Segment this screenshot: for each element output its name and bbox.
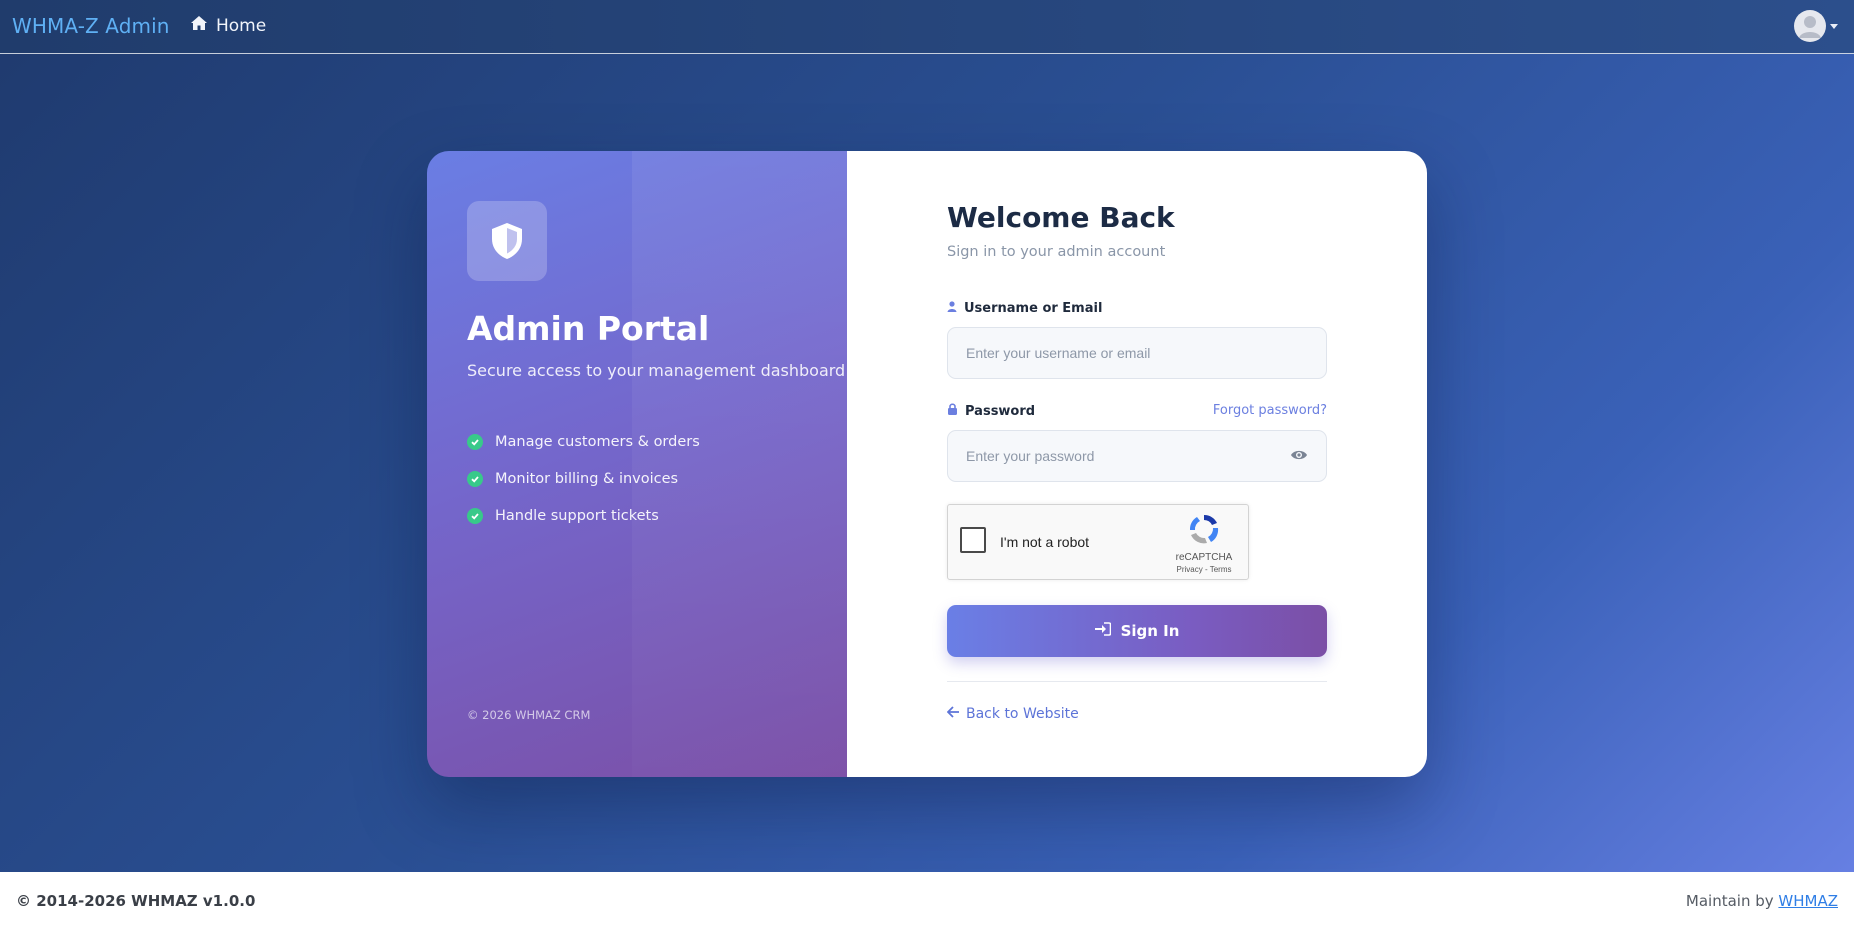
home-icon (190, 15, 208, 36)
feature-item: Manage customers & orders (467, 423, 700, 460)
login-form-panel: Welcome Back Sign in to your admin accou… (847, 151, 1427, 777)
login-card: Admin Portal Secure access to your manag… (427, 151, 1427, 777)
recaptcha-logo: reCAPTCHA Privacy - Terms (1172, 513, 1236, 574)
eye-icon[interactable] (1290, 448, 1308, 467)
password-label: Password (947, 403, 1035, 419)
nav-home-link[interactable]: Home (190, 15, 266, 36)
user-menu-toggle[interactable] (1794, 10, 1838, 42)
check-circle-icon (467, 507, 483, 524)
portal-subtitle: Secure access to your management dashboa… (467, 361, 846, 380)
user-icon (947, 301, 957, 316)
feature-label: Monitor billing & invoices (495, 470, 679, 487)
sign-in-icon (1094, 622, 1111, 640)
page-footer: © 2014-2026 WHMAZ v1.0.0 Maintain by WHM… (0, 872, 1854, 926)
chevron-down-icon (1830, 23, 1838, 29)
footer-maintainer: Maintain by WHMAZ (1686, 892, 1838, 910)
branding-panel: Admin Portal Secure access to your manag… (427, 151, 847, 777)
top-navbar: WHMA-Z Admin Home (0, 0, 1854, 54)
maintain-prefix: Maintain by (1685, 892, 1774, 910)
arrow-left-icon (946, 706, 960, 722)
username-field[interactable] (947, 327, 1327, 379)
lock-icon (947, 403, 958, 419)
recaptcha-label: I'm not a robot (1000, 534, 1090, 550)
shield-icon (467, 201, 547, 281)
check-circle-icon (467, 433, 483, 450)
password-input[interactable] (948, 431, 1326, 481)
user-avatar-icon (1794, 10, 1826, 42)
footer-copyright: © 2014-2026 WHMAZ v1.0.0 (16, 892, 256, 910)
form-subtitle: Sign in to your admin account (947, 244, 1166, 260)
feature-list: Manage customers & orders Monitor billin… (467, 423, 700, 534)
username-label-text: Username or Email (964, 301, 1103, 316)
back-to-website-link[interactable]: Back to Website (946, 706, 1079, 722)
nav-home-label: Home (216, 15, 267, 36)
check-circle-icon (467, 470, 483, 487)
portal-title: Admin Portal (467, 309, 710, 348)
username-label: Username or Email (947, 301, 1102, 316)
password-label-text: Password (965, 403, 1036, 419)
form-title: Welcome Back (947, 201, 1175, 234)
username-input[interactable] (948, 328, 1326, 378)
sign-in-button[interactable]: Sign In (947, 605, 1327, 657)
sign-in-label: Sign In (1120, 622, 1180, 640)
form-divider (947, 681, 1327, 682)
panel-copyright: © 2026 WHMAZ CRM (467, 708, 591, 722)
recaptcha-links[interactable]: Privacy - Terms (1172, 565, 1236, 574)
feature-label: Manage customers & orders (495, 433, 700, 450)
feature-item: Monitor billing & invoices (467, 460, 700, 497)
feature-label: Handle support tickets (495, 507, 659, 524)
back-label: Back to Website (966, 706, 1079, 722)
maintainer-link[interactable]: WHMAZ (1778, 892, 1838, 910)
recaptcha-brand: reCAPTCHA (1175, 552, 1233, 563)
forgot-password-link[interactable]: Forgot password? (1213, 403, 1327, 418)
password-field[interactable] (947, 430, 1327, 482)
recaptcha-checkbox[interactable] (960, 527, 986, 553)
recaptcha-widget: I'm not a robot reCAPTCHA Privacy - Term… (947, 504, 1249, 580)
feature-item: Handle support tickets (467, 497, 700, 534)
recaptcha-icon (1187, 514, 1221, 549)
brand-logo[interactable]: WHMA-Z Admin (12, 14, 170, 38)
